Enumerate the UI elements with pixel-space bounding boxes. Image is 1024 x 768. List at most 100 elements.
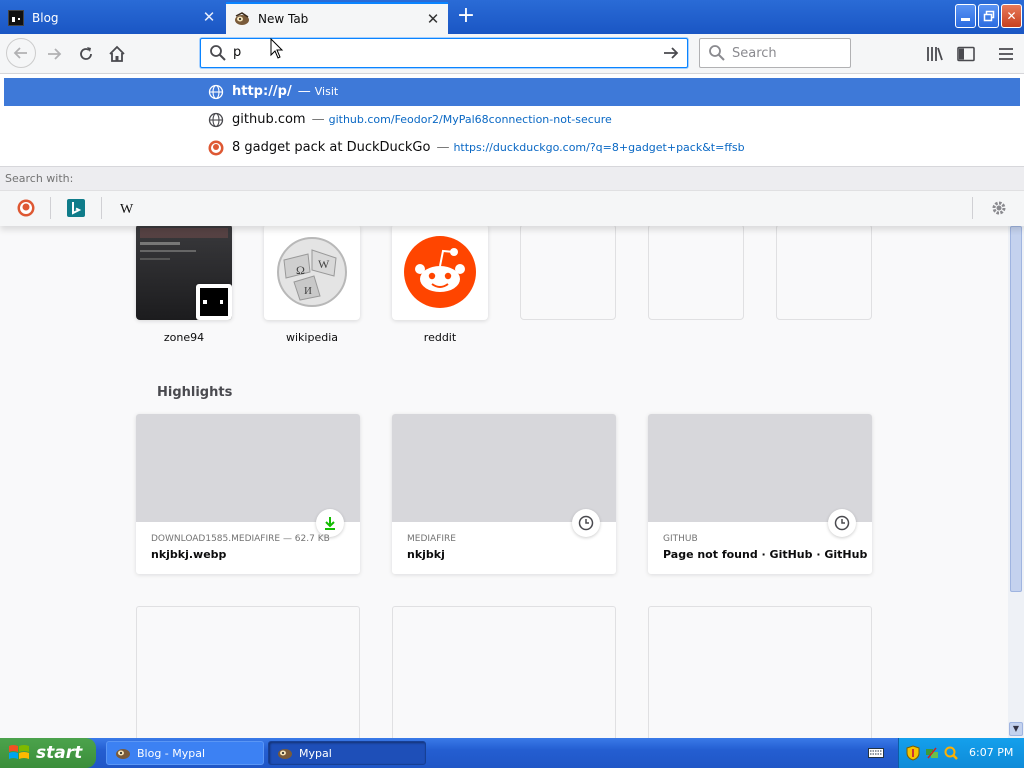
wikipedia-globe-icon: Ω W И — [277, 237, 347, 307]
suggestion-title: 8 gadget pack at DuckDuckGo — [232, 140, 431, 155]
new-tab-button[interactable]: + — [452, 4, 480, 30]
svg-text:Ω: Ω — [296, 263, 305, 277]
taskbar-item-label: Mypal — [299, 746, 332, 760]
taskbar-item-blog[interactable]: Blog - Mypal — [106, 741, 264, 765]
card-title: nkjbkj.webp — [151, 548, 227, 561]
tab-title: New Tab — [258, 12, 309, 26]
suggestion-row[interactable]: github.com — github.com/Feodor2/MyPal68con… — [4, 106, 1020, 134]
search-icon[interactable] — [943, 745, 959, 761]
windows-logo-icon — [9, 745, 29, 759]
mypal-favicon — [235, 12, 249, 25]
card-title: Page not found · GitHub · GitHub — [663, 548, 868, 561]
back-button[interactable] — [6, 38, 36, 68]
home-button[interactable] — [103, 40, 131, 68]
restore-button[interactable] — [978, 4, 999, 28]
close-window-button[interactable]: ✕ — [1001, 4, 1022, 28]
network-icon[interactable] — [924, 745, 940, 761]
taskbar-item-label: Blog - Mypal — [137, 746, 206, 760]
top-site-zone94[interactable] — [136, 226, 232, 320]
tab-new-tab[interactable]: New Tab ✕ — [226, 2, 448, 34]
divider — [50, 197, 51, 219]
url-suggestions-popup: http://p/— Visit github.com — github.com/Fe… — [0, 74, 1024, 226]
restore-icon — [983, 10, 994, 22]
globe-icon — [208, 112, 224, 128]
top-site-placeholder[interactable] — [520, 226, 616, 320]
back-arrow-icon — [13, 47, 27, 59]
globe-icon — [208, 84, 224, 100]
highlights-heading: Highlights — [157, 385, 233, 400]
tab-blog[interactable]: Blog ✕ — [0, 2, 224, 34]
svg-text:W: W — [120, 202, 134, 217]
bing-icon[interactable] — [67, 199, 85, 217]
top-site-reddit[interactable] — [392, 226, 488, 320]
reddit-alien-icon — [404, 236, 476, 308]
home-icon — [109, 45, 125, 62]
svg-text:W: W — [318, 257, 330, 271]
mouse-cursor-icon — [270, 38, 284, 59]
highlight-placeholder — [648, 606, 872, 738]
highlight-placeholder — [392, 606, 616, 738]
start-label: start — [36, 743, 83, 763]
suggestion-action: Visit — [314, 85, 339, 98]
clock-icon — [828, 509, 856, 537]
top-site-label: reddit — [423, 331, 457, 344]
scroll-down-arrow-icon[interactable]: ▼ — [1009, 722, 1023, 736]
taskbar: start Blog - Mypal Mypal 6:07 PM — [0, 738, 1024, 768]
reload-icon — [80, 47, 92, 60]
forward-button[interactable] — [40, 40, 68, 68]
suggestion-row[interactable]: http://p/ — Visit — [4, 78, 1020, 106]
minimize-button[interactable] — [955, 4, 976, 28]
highlight-card[interactable]: GITHUB Page not found · GitHub · GitHub — [648, 414, 872, 574]
hamburger-menu-icon[interactable] — [996, 44, 1016, 64]
tab-title: Blog — [32, 11, 59, 25]
duckduckgo-icon — [208, 140, 224, 156]
site-favicon — [196, 284, 232, 320]
search-with-label: Search with: — [0, 166, 1024, 190]
tab-strip: Blog ✕ New Tab ✕ + ✕ — [0, 0, 1024, 34]
blog-favicon — [8, 10, 24, 26]
highlight-placeholder — [136, 606, 360, 738]
security-shield-icon[interactable] — [905, 745, 921, 761]
divider — [101, 197, 102, 219]
taskbar-clock: 6:07 PM — [969, 746, 1014, 759]
keyboard-icon[interactable] — [868, 746, 884, 760]
go-arrow-icon[interactable] — [661, 43, 681, 63]
top-site-placeholder[interactable] — [648, 226, 744, 320]
suggestion-row[interactable]: 8 gadget pack at DuckDuckGo — https://duck… — [4, 134, 1020, 162]
wikipedia-icon[interactable]: W — [119, 199, 137, 217]
top-site-placeholder[interactable] — [776, 226, 872, 320]
card-thumbnail — [392, 414, 616, 522]
card-thumbnail — [136, 414, 360, 522]
close-tab-icon[interactable]: ✕ — [426, 12, 440, 27]
forward-arrow-icon — [48, 48, 62, 60]
suggestion-separator: — — [311, 112, 325, 127]
start-button[interactable]: start — [0, 738, 96, 768]
reload-button[interactable] — [72, 40, 100, 68]
highlight-card[interactable]: MEDIAFIRE nkjbkj — [392, 414, 616, 574]
close-tab-icon[interactable]: ✕ — [202, 10, 216, 25]
gear-icon[interactable] — [990, 199, 1008, 217]
search-icon — [709, 45, 725, 61]
vertical-scrollbar[interactable]: ▼ — [1008, 226, 1024, 738]
duckduckgo-icon[interactable] — [17, 199, 35, 217]
highlight-card[interactable]: DOWNLOAD1585.MEDIAFIRE — 62.7 KB nkjbkj.… — [136, 414, 360, 574]
download-icon — [316, 509, 344, 537]
search-input[interactable] — [732, 46, 842, 61]
search-bar[interactable] — [699, 38, 851, 68]
system-tray: 6:07 PM — [898, 738, 1024, 768]
library-icon[interactable] — [925, 44, 945, 64]
suggestion-url: https://duckduckgo.com/?q=8+gadget+pack&… — [453, 141, 745, 154]
card-thumbnail — [648, 414, 872, 522]
suggestion-separator: — — [436, 140, 450, 155]
clock-icon — [572, 509, 600, 537]
suggestion-title: github.com — [232, 112, 306, 127]
suggestion-title: http://p/ — [232, 84, 292, 99]
scrollbar-thumb[interactable] — [1010, 226, 1022, 592]
url-input[interactable] — [233, 45, 653, 60]
sidebar-toggle-icon[interactable] — [956, 44, 976, 64]
taskbar-item-mypal[interactable]: Mypal — [268, 741, 426, 765]
top-site-wikipedia[interactable]: Ω W И — [264, 226, 360, 320]
search-icon — [210, 45, 226, 61]
card-host: GITHUB — [663, 534, 698, 544]
mypal-icon — [116, 749, 130, 759]
